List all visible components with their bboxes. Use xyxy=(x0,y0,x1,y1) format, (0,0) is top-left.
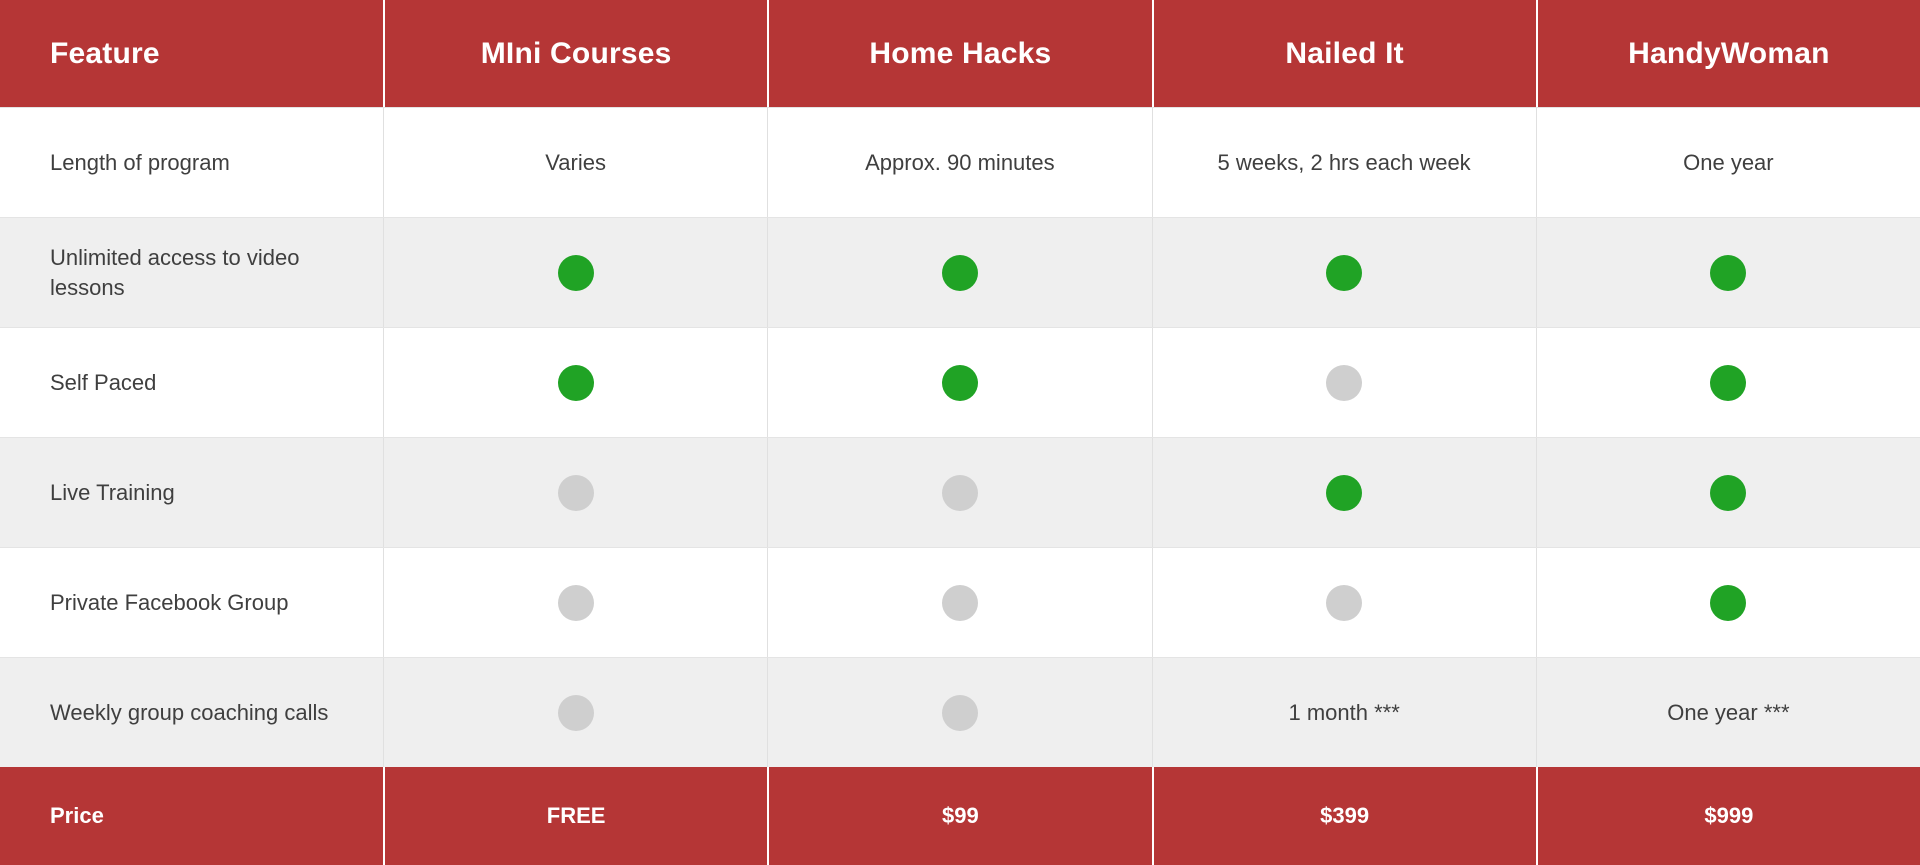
feature-label-cell: Live Training xyxy=(0,438,383,547)
cell-mini xyxy=(383,328,768,437)
price-row-label: Price xyxy=(50,803,104,828)
included-circle-icon xyxy=(1710,254,1747,291)
cell-hacks xyxy=(767,438,1152,547)
header-cell-nailed-it: Nailed It xyxy=(1151,0,1536,107)
price-value-mini-courses: FREE xyxy=(546,803,606,828)
price-value-nailed-it: $399 xyxy=(1320,803,1370,828)
price-label-cell: Price xyxy=(0,767,383,865)
feature-label: Weekly group coaching calls xyxy=(50,699,329,725)
price-cell-handywoman: $999 xyxy=(1535,767,1920,865)
program-comparison-table: Feature MIni Courses Home Hacks Nailed I… xyxy=(0,0,1920,865)
price-cell-home-hacks: $99 xyxy=(767,767,1152,865)
cell-nailed: 5 weeks, 2 hrs each week xyxy=(1151,108,1536,217)
cell-mini: Varies xyxy=(383,108,768,217)
feature-label-cell: Weekly group coaching calls xyxy=(0,658,383,767)
cell-mini xyxy=(383,548,768,657)
excluded-circle-icon xyxy=(941,694,978,731)
included-circle-icon xyxy=(1326,474,1363,511)
cell-hacks: Approx. 90 minutes xyxy=(767,108,1152,217)
cell-handy xyxy=(1535,328,1920,437)
header-cell-feature: Feature xyxy=(0,0,383,107)
cell-nailed: 1 month *** xyxy=(1151,658,1536,767)
feature-label-cell: Unlimited access to video lessons xyxy=(0,218,383,327)
cell-mini xyxy=(383,658,768,767)
table-row: Weekly group coaching calls 1 month *** On… xyxy=(0,657,1920,767)
cell-value: One year xyxy=(1683,149,1774,175)
included-circle-icon xyxy=(941,254,978,291)
cell-mini xyxy=(383,438,768,547)
included-circle-icon xyxy=(557,364,594,401)
table-body: Length of program Varies Approx. 90 minute… xyxy=(0,107,1920,767)
feature-label: Length of program xyxy=(50,149,230,175)
feature-label-cell: Self Paced xyxy=(0,328,383,437)
header-cell-handywoman: HandyWoman xyxy=(1535,0,1920,107)
cell-handy xyxy=(1535,218,1920,327)
cell-handy xyxy=(1535,548,1920,657)
excluded-circle-icon xyxy=(557,474,594,511)
price-value-handywoman: $999 xyxy=(1704,803,1754,828)
cell-value: Approx. 90 minutes xyxy=(865,149,1055,175)
cell-handy xyxy=(1535,438,1920,547)
cell-value: 1 month *** xyxy=(1288,699,1400,725)
included-circle-icon xyxy=(1326,254,1363,291)
cell-hacks xyxy=(767,658,1152,767)
feature-label: Self Paced xyxy=(50,369,157,395)
excluded-circle-icon xyxy=(941,584,978,621)
price-cell-nailed-it: $399 xyxy=(1151,767,1536,865)
cell-value: One year *** xyxy=(1667,699,1790,725)
header-cell-mini-courses: MIni Courses xyxy=(383,0,768,107)
included-circle-icon xyxy=(1710,364,1747,401)
cell-hacks xyxy=(767,218,1152,327)
excluded-circle-icon xyxy=(557,584,594,621)
header-label-home-hacks: Home Hacks xyxy=(869,36,1052,70)
price-value-home-hacks: $99 xyxy=(942,803,979,828)
price-cell-mini-courses: FREE xyxy=(383,767,768,865)
cell-value: 5 weeks, 2 hrs each week xyxy=(1217,149,1471,175)
cell-value: Varies xyxy=(545,149,606,175)
excluded-circle-icon xyxy=(557,694,594,731)
included-circle-icon xyxy=(1710,584,1747,621)
cell-hacks xyxy=(767,328,1152,437)
table-row: Unlimited access to video lessons xyxy=(0,217,1920,327)
header-cell-home-hacks: Home Hacks xyxy=(767,0,1152,107)
feature-label-cell: Private Facebook Group xyxy=(0,548,383,657)
excluded-circle-icon xyxy=(1326,364,1363,401)
feature-label: Private Facebook Group xyxy=(50,589,289,615)
cell-handy: One year *** xyxy=(1535,658,1920,767)
excluded-circle-icon xyxy=(1326,584,1363,621)
table-row: Self Paced xyxy=(0,327,1920,437)
included-circle-icon xyxy=(1710,474,1747,511)
included-circle-icon xyxy=(557,254,594,291)
header-label-handywoman: HandyWoman xyxy=(1628,36,1830,70)
header-label-feature: Feature xyxy=(50,36,160,70)
cell-nailed xyxy=(1151,438,1536,547)
included-circle-icon xyxy=(941,364,978,401)
table-price-row: Price FREE $99 $399 $999 xyxy=(0,767,1920,865)
cell-hacks xyxy=(767,548,1152,657)
cell-nailed xyxy=(1151,328,1536,437)
table-header-row: Feature MIni Courses Home Hacks Nailed I… xyxy=(0,0,1920,107)
table-row: Private Facebook Group xyxy=(0,547,1920,657)
cell-mini xyxy=(383,218,768,327)
feature-label: Live Training xyxy=(50,479,175,505)
cell-handy: One year xyxy=(1535,108,1920,217)
cell-nailed xyxy=(1151,548,1536,657)
table-row: Length of program Varies Approx. 90 minute… xyxy=(0,107,1920,217)
feature-label: Unlimited access to video lessons xyxy=(50,244,300,300)
table-row: Live Training xyxy=(0,437,1920,547)
header-label-nailed-it: Nailed It xyxy=(1285,36,1404,70)
excluded-circle-icon xyxy=(941,474,978,511)
feature-label-cell: Length of program xyxy=(0,108,383,217)
header-label-mini-courses: MIni Courses xyxy=(480,36,672,70)
cell-nailed xyxy=(1151,218,1536,327)
